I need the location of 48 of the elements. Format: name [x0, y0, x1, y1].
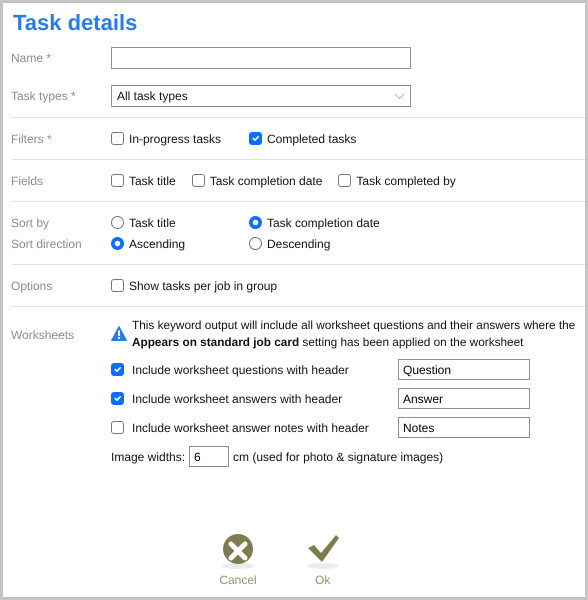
- option-label: Task title: [129, 214, 176, 232]
- name-field[interactable]: [111, 47, 411, 69]
- field-label: Filters *: [11, 130, 53, 148]
- option-label: Descending: [267, 236, 330, 252]
- header-field[interactable]: Answer: [398, 388, 530, 409]
- field-label: Options: [11, 278, 54, 294]
- option-label: In-progress tasks: [129, 130, 222, 148]
- option-label: Include worksheet answers with header: [132, 390, 342, 408]
- option-label: Completed tasks: [267, 130, 356, 148]
- radio-button[interactable]: [111, 216, 124, 229]
- header-field[interactable]: Question: [398, 359, 530, 380]
- radio-button[interactable]: [249, 216, 262, 229]
- option-label: Task completion date: [210, 172, 322, 190]
- option-label: Include worksheet questions with header: [132, 362, 349, 378]
- checkbox[interactable]: [111, 421, 124, 434]
- checkbox[interactable]: [111, 132, 124, 145]
- task-types-dropdown[interactable]: All task types: [111, 85, 411, 107]
- checkbox[interactable]: [111, 174, 124, 187]
- field-label: Sort by: [11, 214, 50, 232]
- field-label: Fields: [11, 172, 44, 190]
- unit-label: cm (used for photo & signature images): [233, 448, 444, 466]
- checkbox[interactable]: [111, 279, 124, 292]
- option-label: Show tasks per job in group: [129, 278, 278, 294]
- field-label: Worksheets: [11, 327, 76, 344]
- page-title: Task details: [13, 9, 138, 37]
- option-label: Ascending: [129, 236, 186, 252]
- image-width-field[interactable]: 6: [189, 446, 230, 467]
- field-label: Task types *: [11, 88, 77, 105]
- field-label: Sort direction: [11, 236, 83, 252]
- header-field[interactable]: Notes: [398, 417, 530, 438]
- notice-text: This keyword output will include all worksheet questions and their answers where the Appears on standard job card setting has been applied on the worksheet: [132, 317, 576, 351]
- checkbox[interactable]: [338, 174, 352, 187]
- field-label: Image widths:: [111, 448, 186, 466]
- checkbox[interactable]: [111, 392, 124, 405]
- close-icon: [220, 533, 256, 569]
- field-label: Name *: [11, 50, 52, 67]
- radio-button[interactable]: [111, 237, 124, 250]
- checkmark-icon: [304, 533, 341, 569]
- option-label: Include worksheet answer notes with header: [132, 420, 369, 436]
- warning-icon: [111, 326, 127, 341]
- option-label: Task completion date: [267, 214, 380, 232]
- checkbox[interactable]: [111, 363, 124, 376]
- option-label: Task completed by: [356, 172, 456, 190]
- chevron-down-icon: [394, 92, 405, 100]
- option-label: Task title: [129, 172, 176, 190]
- radio-button[interactable]: [249, 237, 262, 250]
- checkbox[interactable]: [249, 132, 262, 145]
- checkbox[interactable]: [192, 174, 205, 187]
